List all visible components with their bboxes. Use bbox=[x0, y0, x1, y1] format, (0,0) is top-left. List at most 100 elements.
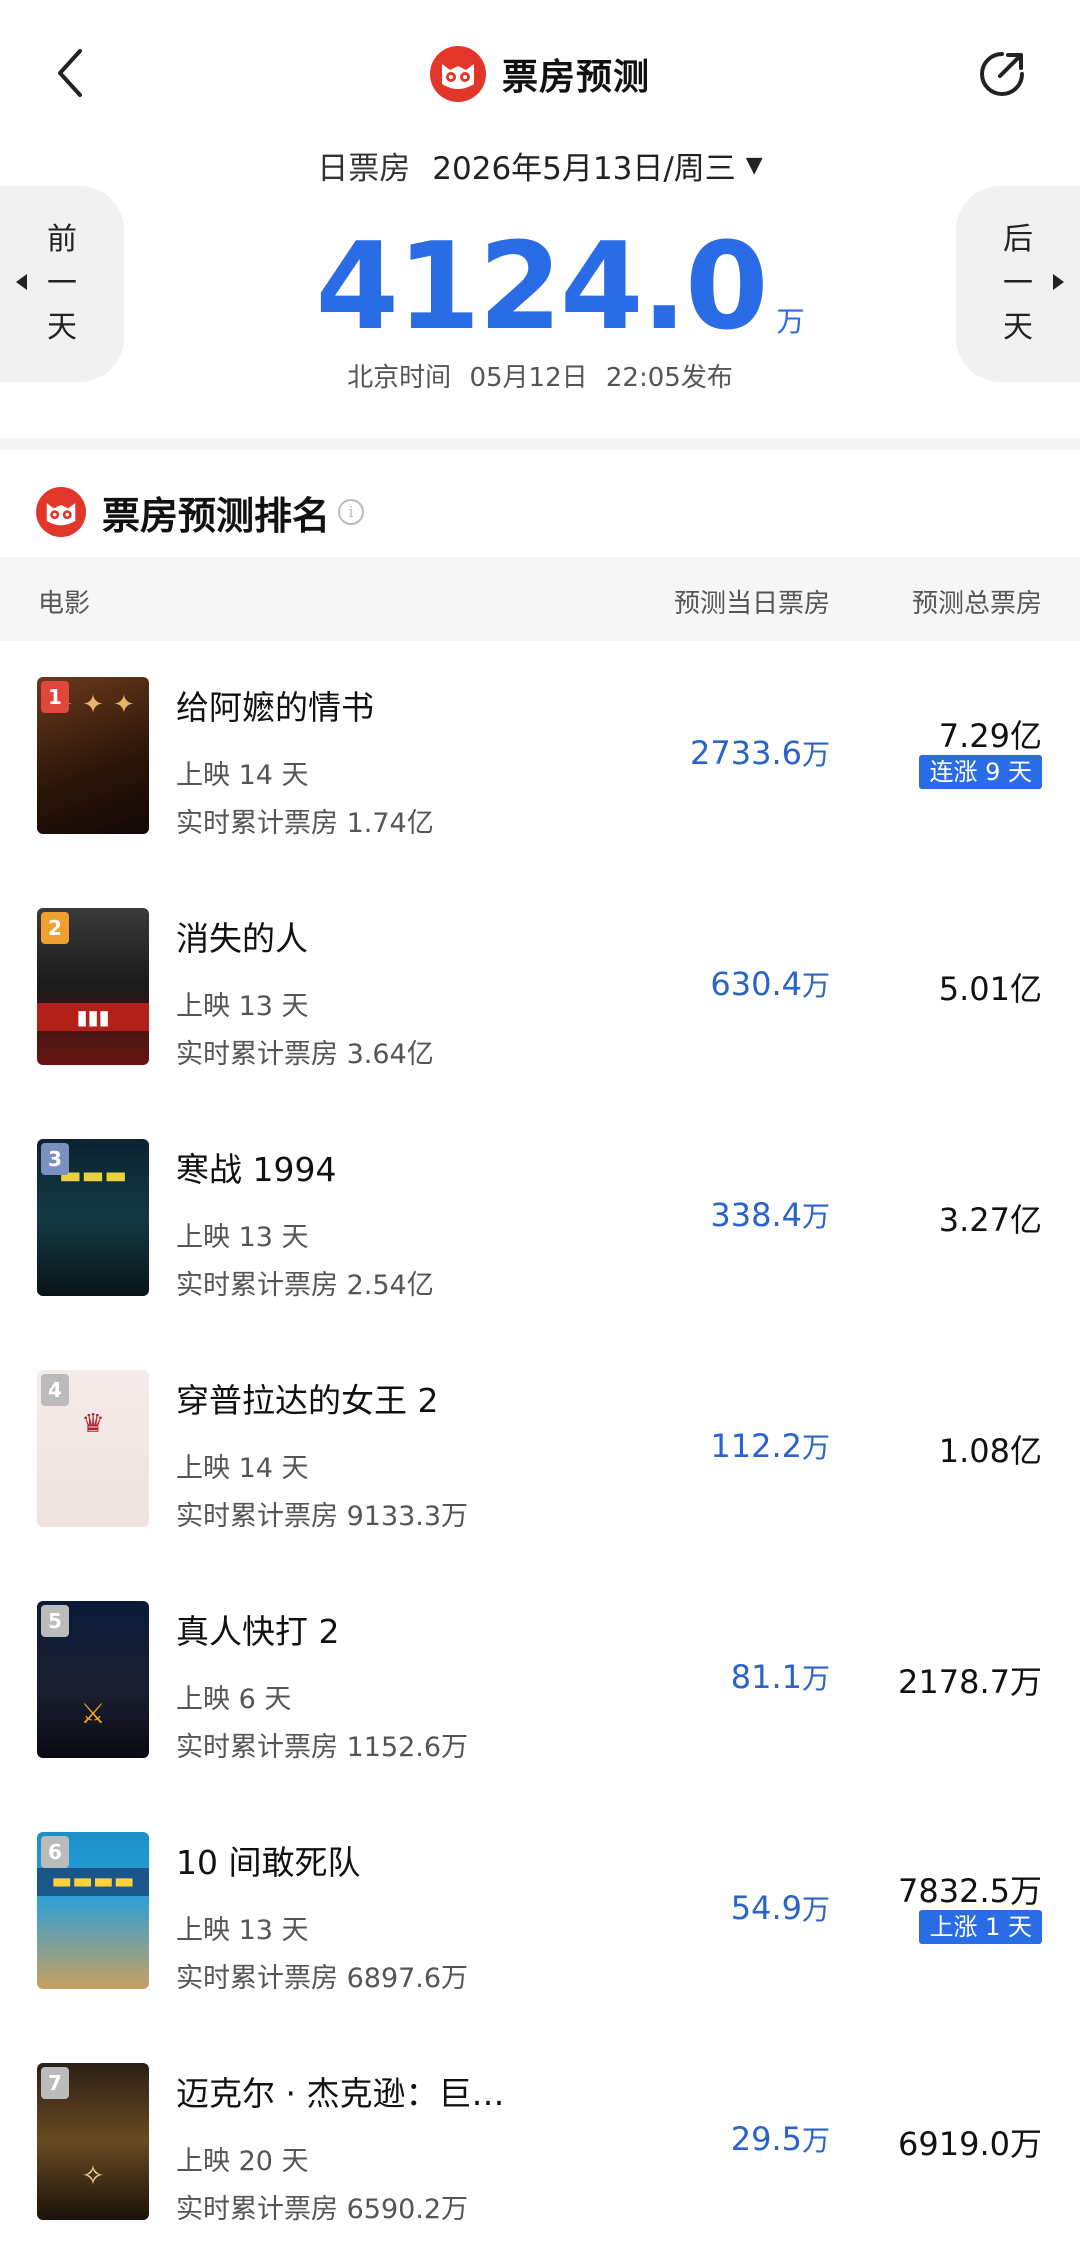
ranking-list: ✦ ✦ ✦ 1 给阿嬷的情书 上映 14 天 实时累计票房 1.74亿 2733… bbox=[0, 641, 1080, 2258]
daily-forecast: 54.9万 bbox=[731, 1888, 830, 1928]
selected-date: 2026年5月13日/周三 bbox=[432, 150, 736, 187]
daily-unit: 万 bbox=[801, 1893, 830, 1926]
page-title: 票房预测 bbox=[501, 57, 650, 98]
daily-unit: 万 bbox=[801, 2124, 830, 2157]
daily-forecast: 112.2万 bbox=[710, 1426, 830, 1466]
daily-value: 81.1 bbox=[730, 1658, 802, 1696]
movie-poster: ▮▮▮ 2 bbox=[37, 908, 149, 1065]
ranking-section-header: 票房预测排名 i bbox=[36, 482, 365, 542]
total-forecast: 2178.7万 bbox=[898, 1663, 1042, 1701]
date-selector[interactable]: 日票房 2026年5月13日/周三 ▼ bbox=[0, 140, 1080, 190]
cumulative-box-office: 实时累计票房 6590.2万 bbox=[176, 2194, 469, 2225]
poster-art: ⚔ bbox=[80, 1697, 106, 1730]
rank-badge: 7 bbox=[41, 2067, 69, 2099]
daily-value: 338.4 bbox=[710, 1196, 802, 1234]
movie-poster: ▬▬▬▬ 6 bbox=[37, 1832, 149, 1989]
days-showing: 上映 13 天 bbox=[176, 1915, 309, 1946]
rank-badge: 3 bbox=[41, 1143, 69, 1175]
poster-art: ▬▬▬▬ bbox=[37, 1868, 149, 1896]
total-unit: 万 bbox=[776, 305, 805, 338]
movie-poster: ⚔ 5 bbox=[37, 1601, 149, 1758]
days-showing: 上映 6 天 bbox=[176, 1684, 292, 1715]
table-row[interactable]: ▬▬▬ 3 寒战 1994 上映 13 天 实时累计票房 2.54亿 338.4… bbox=[0, 1103, 1080, 1334]
section-title: 票房预测排名 bbox=[102, 493, 331, 538]
cumulative-box-office: 实时累计票房 1.74亿 bbox=[176, 808, 434, 839]
daily-forecast: 630.4万 bbox=[710, 964, 830, 1004]
daily-forecast: 29.5万 bbox=[731, 2119, 830, 2159]
dropdown-caret-icon: ▼ bbox=[745, 152, 763, 178]
table-row[interactable]: ⚔ 5 真人快打 2 上映 6 天 实时累计票房 1152.6万 81.1万 2… bbox=[0, 1565, 1080, 1796]
rank-badge: 2 bbox=[41, 912, 69, 944]
cumulative-box-office: 实时累计票房 2.54亿 bbox=[176, 1270, 434, 1301]
rank-badge: 4 bbox=[41, 1374, 69, 1406]
daily-unit: 万 bbox=[801, 1662, 830, 1695]
rank-badge: 6 bbox=[41, 1836, 69, 1868]
daily-unit: 万 bbox=[801, 969, 830, 1002]
total-forecast: 1.08亿 bbox=[938, 1432, 1042, 1470]
movie-poster: ✦ ✦ ✦ 1 bbox=[37, 677, 149, 834]
daily-unit: 万 bbox=[801, 1431, 830, 1464]
cumulative-box-office: 实时累计票房 3.64亿 bbox=[176, 1039, 434, 1070]
page-title-group: 票房预测 bbox=[0, 44, 1080, 104]
cat-logo-icon bbox=[36, 487, 86, 537]
column-total: 预测总票房 bbox=[911, 589, 1042, 619]
poster-art: ✧ bbox=[81, 2159, 105, 2192]
box-office-type-label: 日票房 bbox=[317, 150, 411, 187]
daily-forecast: 81.1万 bbox=[731, 1657, 830, 1697]
column-daily: 预测当日票房 bbox=[673, 589, 830, 619]
poster-art: ▮▮▮ bbox=[37, 1003, 149, 1031]
movie-poster: ✧ 7 bbox=[37, 2063, 149, 2220]
daily-unit: 万 bbox=[801, 1200, 830, 1233]
section-divider bbox=[0, 438, 1080, 450]
rank-badge: 5 bbox=[41, 1605, 69, 1637]
publish-time: 22:05发布 bbox=[605, 363, 733, 393]
daily-forecast: 2733.6万 bbox=[690, 733, 830, 773]
total-forecast: 7832.5万 bbox=[898, 1872, 1042, 1910]
total-forecast: 5.01亿 bbox=[938, 970, 1042, 1008]
daily-value: 630.4 bbox=[710, 965, 802, 1003]
daily-value: 29.5 bbox=[730, 2120, 802, 2158]
info-icon[interactable]: i bbox=[338, 499, 365, 525]
share-icon[interactable] bbox=[974, 46, 1030, 102]
movie-poster: ▬▬▬ 3 bbox=[37, 1139, 149, 1296]
cumulative-box-office: 实时累计票房 6897.6万 bbox=[176, 1963, 469, 1994]
column-movie: 电影 bbox=[38, 589, 91, 619]
daily-forecast: 338.4万 bbox=[710, 1195, 830, 1235]
days-showing: 上映 14 天 bbox=[176, 760, 309, 791]
table-header: 电影 预测当日票房 预测总票房 bbox=[0, 557, 1080, 641]
daily-value: 112.2 bbox=[710, 1427, 802, 1465]
movie-title: 真人快打 2 bbox=[176, 1612, 340, 1651]
days-showing: 上映 13 天 bbox=[176, 991, 309, 1022]
poster-art: ♛ bbox=[81, 1409, 105, 1439]
table-row[interactable]: ✦ ✦ ✦ 1 给阿嬷的情书 上映 14 天 实时累计票房 1.74亿 2733… bbox=[0, 641, 1080, 872]
publish-info: 北京时间 05月12日 22:05发布 bbox=[0, 357, 1080, 397]
app-header: 票房预测 bbox=[0, 0, 1080, 150]
table-row[interactable]: ▬▬▬▬ 6 10 间敢死队 上映 13 天 实时累计票房 6897.6万 54… bbox=[0, 1796, 1080, 2027]
total-forecast: 3.27亿 bbox=[938, 1201, 1042, 1239]
table-row[interactable]: ✧ 7 迈克尔 · 杰克逊：巨… 上映 20 天 实时累计票房 6590.2万 … bbox=[0, 2027, 1080, 2258]
daily-value: 2733.6 bbox=[690, 734, 802, 772]
trend-badge: 上涨 1 天 bbox=[919, 1910, 1042, 1944]
days-showing: 上映 20 天 bbox=[176, 2146, 309, 2177]
movie-title: 穿普拉达的女王 2 bbox=[176, 1381, 439, 1420]
movie-title: 寒战 1994 bbox=[176, 1150, 337, 1189]
days-showing: 上映 14 天 bbox=[176, 1453, 309, 1484]
table-row[interactable]: ▮▮▮ 2 消失的人 上映 13 天 实时累计票房 3.64亿 630.4万 5… bbox=[0, 872, 1080, 1103]
total-forecast: 7.29亿 bbox=[938, 717, 1042, 755]
cumulative-box-office: 实时累计票房 1152.6万 bbox=[176, 1732, 469, 1763]
total-forecast: 6919.0万 bbox=[898, 2125, 1042, 2163]
movie-title: 消失的人 bbox=[176, 919, 308, 958]
trend-badge: 连涨 9 天 bbox=[919, 755, 1042, 789]
table-row[interactable]: ♛ 4 穿普拉达的女王 2 上映 14 天 实时累计票房 9133.3万 112… bbox=[0, 1334, 1080, 1565]
days-showing: 上映 13 天 bbox=[176, 1222, 309, 1253]
movie-title: 10 间敢死队 bbox=[176, 1843, 361, 1882]
publish-prefix: 北京时间 bbox=[347, 363, 452, 393]
publish-date: 05月12日 bbox=[469, 363, 588, 393]
total-box-office: 4124.0 万 bbox=[0, 218, 1080, 348]
rank-badge: 1 bbox=[41, 681, 69, 713]
daily-value: 54.9 bbox=[730, 1889, 802, 1927]
daily-unit: 万 bbox=[801, 738, 830, 771]
movie-title: 迈克尔 · 杰克逊：巨… bbox=[176, 2074, 505, 2113]
movie-title: 给阿嬷的情书 bbox=[176, 688, 374, 727]
cat-logo-icon bbox=[429, 46, 486, 102]
